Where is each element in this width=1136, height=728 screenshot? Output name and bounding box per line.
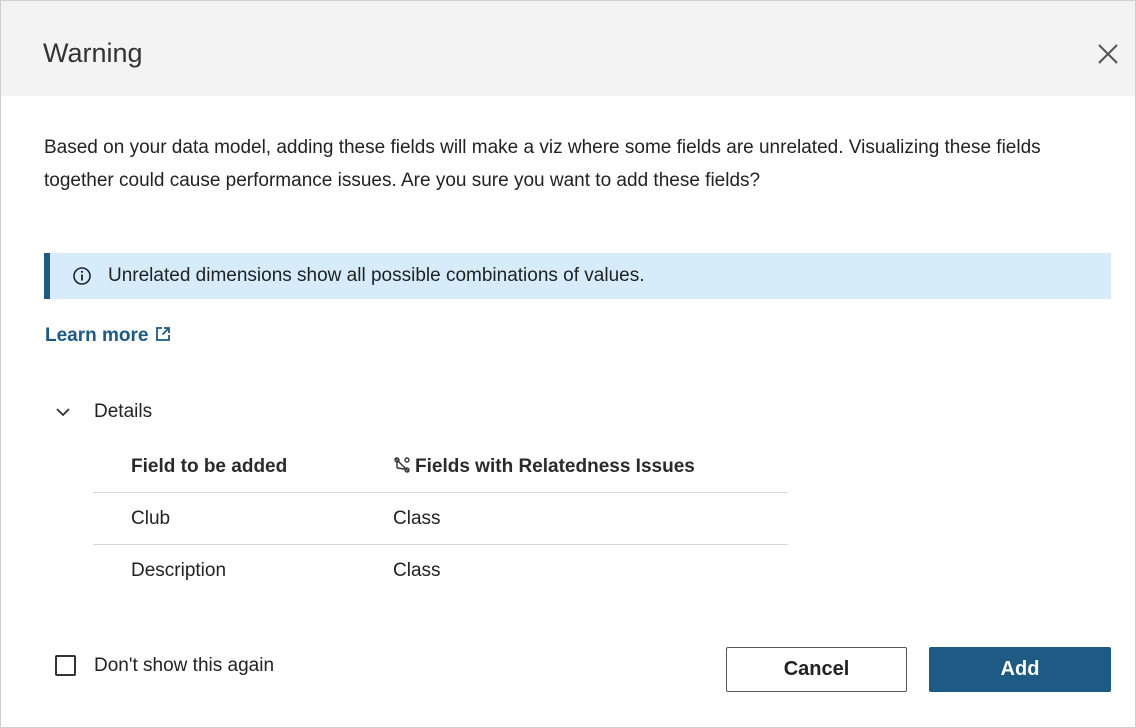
details-table: Field to be added Fields with Relatednes…: [93, 441, 788, 596]
checkbox-box[interactable]: [55, 655, 76, 676]
checkbox-label: Don't show this again: [94, 655, 275, 676]
table-cell-field: Club: [131, 508, 171, 529]
warning-dialog: Warning Based on your data model, adding…: [0, 0, 1136, 728]
info-icon: [73, 267, 91, 285]
table-cell-field: Description: [131, 560, 227, 581]
learn-more-link[interactable]: Learn more: [45, 323, 172, 349]
column-header-field: Field to be added: [131, 456, 288, 477]
column-header-relatedness-label: Fields with Relatedness Issues: [415, 456, 695, 477]
info-banner-text: Unrelated dimensions show all possible c…: [108, 265, 645, 286]
table-cell-related: Class: [393, 508, 441, 529]
external-link-icon: [156, 327, 171, 341]
column-header-relatedness: Fields with Relatedness Issues: [393, 454, 695, 480]
info-banner: Unrelated dimensions show all possible c…: [44, 253, 1111, 299]
learn-more-label: Learn more: [45, 325, 149, 346]
table-header-row: Field to be added Fields with Relatednes…: [93, 441, 788, 493]
close-button[interactable]: [1091, 37, 1123, 69]
cancel-button[interactable]: Cancel: [726, 647, 907, 692]
table-row: Club Class: [93, 493, 788, 545]
chevron-down-icon: [56, 408, 70, 417]
details-label: Details: [94, 401, 153, 422]
dialog-header: Warning: [1, 1, 1135, 96]
table-row: Description Class: [93, 545, 788, 596]
close-icon: [1098, 44, 1118, 64]
warning-message: Based on your data model, adding these f…: [44, 137, 1041, 191]
dialog-title: Warning: [43, 38, 143, 68]
unrelated-fields-icon: [394, 457, 410, 473]
table-cell-related: Class: [393, 560, 441, 581]
add-button[interactable]: Add: [929, 647, 1111, 692]
